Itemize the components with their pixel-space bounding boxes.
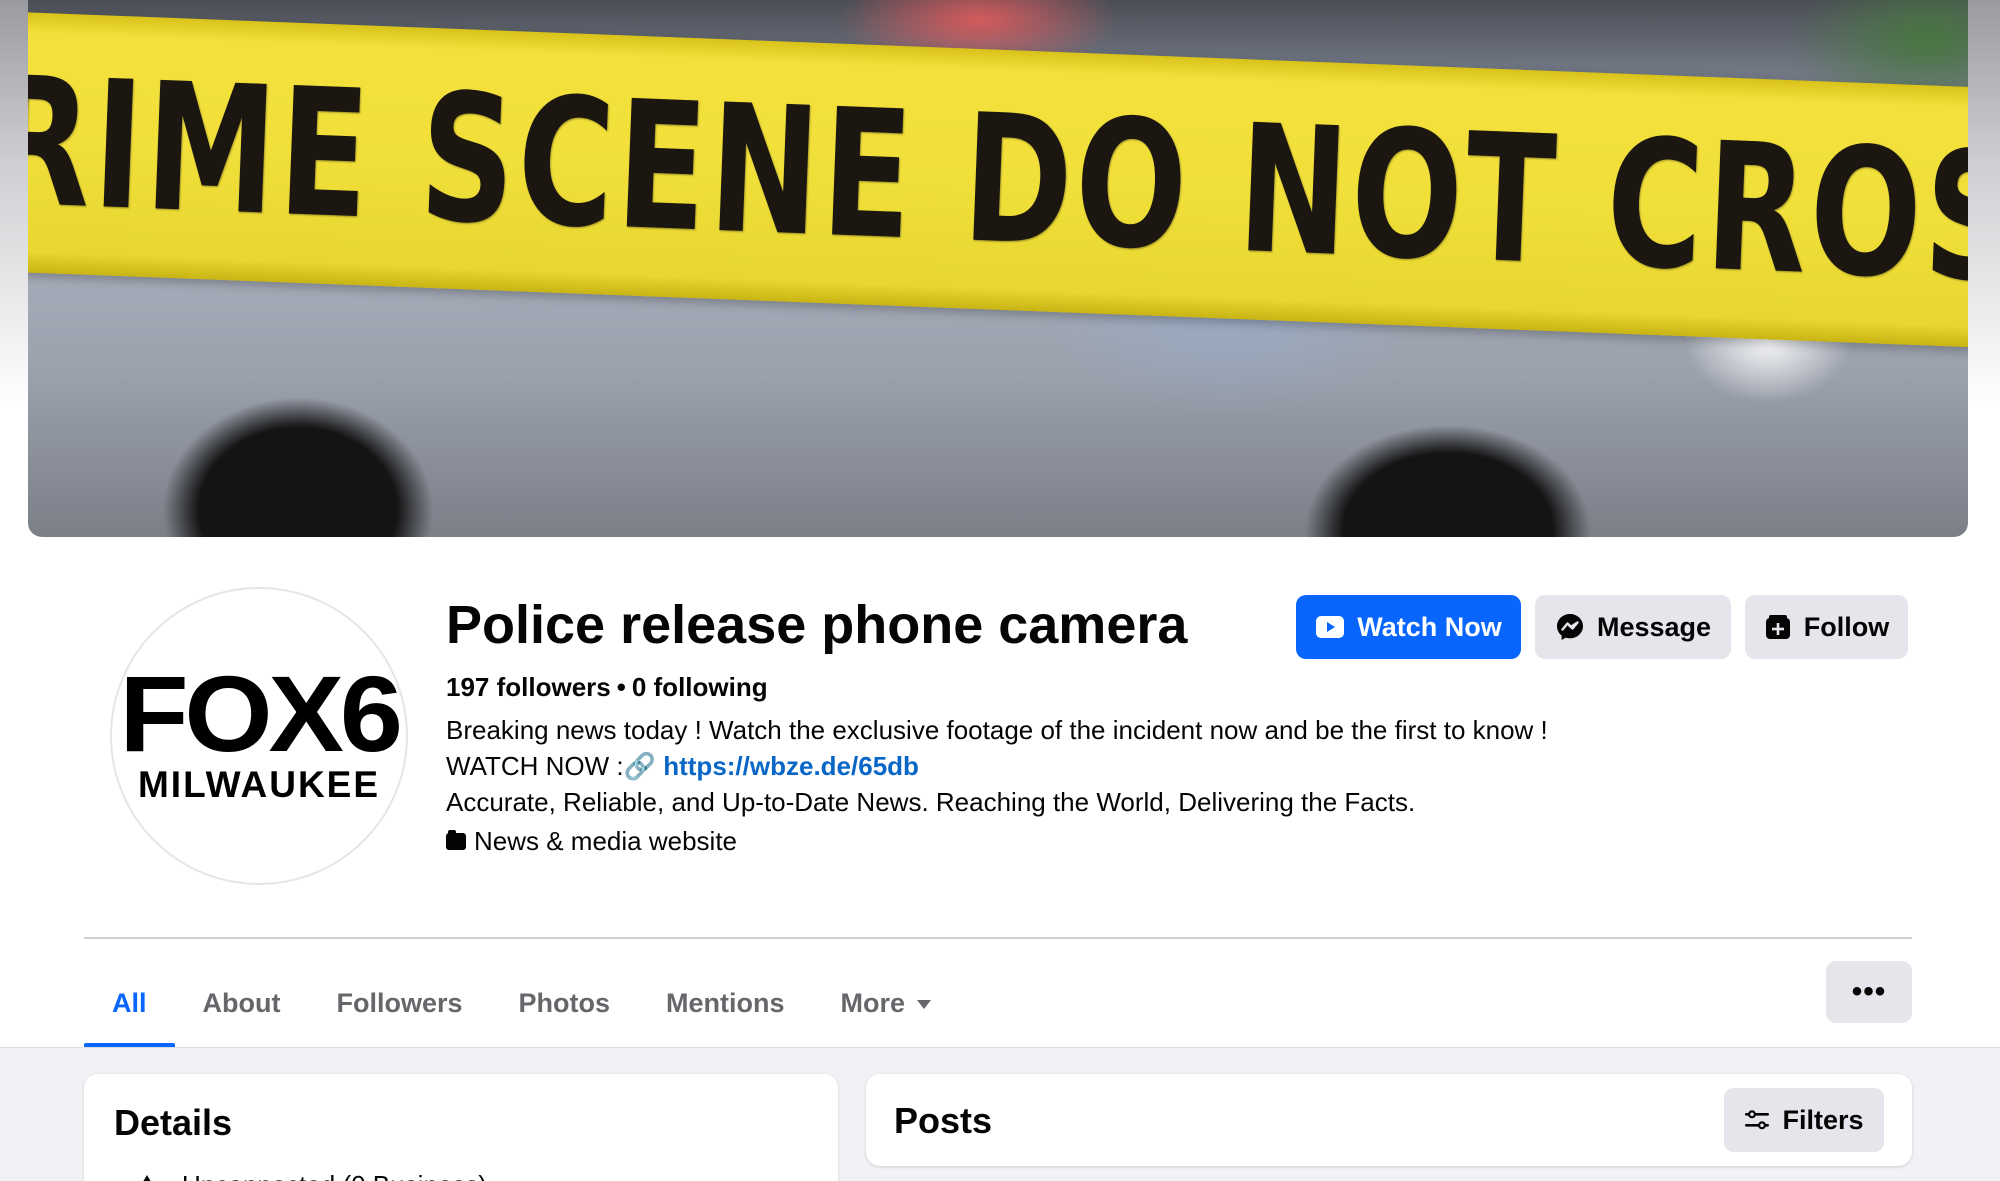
tab-all[interactable]: All [84,960,175,1048]
watch-now-label: Watch Now [1357,611,1502,642]
details-row-text: Unconnected (0 Business) [182,1170,487,1181]
tab-photos[interactable]: Photos [491,960,639,1046]
cover-photo[interactable]: CRIME SCENE DO NOT CROSS [28,0,1968,537]
more-options-button[interactable]: ••• [1826,961,1912,1023]
category-label: News & media website [474,826,737,856]
message-button[interactable]: Message [1535,595,1731,659]
follow-add-icon [1765,615,1790,639]
profile-tabs: All About Followers Photos Mentions More [84,960,960,1048]
tape-text: CRIME SCENE DO NOT CROSS [28,34,1968,326]
tab-followers-label: Followers [336,987,463,1018]
filters-sliders-icon [1745,1110,1770,1130]
profile-avatar[interactable]: FOX6 MILWAUKEE [110,587,408,885]
page-bio: Breaking news today ! Watch the exclusiv… [446,712,1548,820]
posts-card: Posts Filters [866,1074,1912,1166]
warning-icon [134,1174,160,1181]
logo-main-text: FOX6 [119,653,403,774]
watch-now-button[interactable]: Watch Now [1296,595,1521,659]
filters-button[interactable]: Filters [1724,1088,1884,1152]
tabs-divider [84,937,1912,939]
stats-separator: • [616,672,626,702]
follow-label: Follow [1803,611,1890,642]
bio-watch-prefix: WATCH NOW :🔗 [446,751,664,781]
tab-mentions-label: Mentions [666,987,785,1018]
tab-photos-label: Photos [518,987,611,1018]
video-play-icon [1316,616,1345,638]
following-count[interactable]: 0 following [632,672,768,702]
bio-line-2: WATCH NOW :🔗 https://wbze.de/65db [446,748,1548,784]
bio-link[interactable]: https://wbze.de/65db [663,751,919,781]
tab-mentions[interactable]: Mentions [638,960,813,1046]
follow-button[interactable]: Follow [1745,595,1908,659]
posts-title: Posts [894,1100,993,1141]
more-options-icon: ••• [1851,975,1887,1008]
details-card: Details Unconnected (0 Business) [84,1074,838,1181]
followers-count[interactable]: 197 followers [446,672,611,702]
crime-scene-tape: CRIME SCENE DO NOT CROSS [28,12,1968,348]
briefcase-icon [446,830,466,850]
bio-line-3: Accurate, Reliable, and Up-to-Date News.… [446,787,1416,817]
filters-label: Filters [1782,1104,1864,1135]
details-row: Unconnected (0 Business) [134,1170,487,1181]
bio-line-1: Breaking news today ! Watch the exclusiv… [446,715,1548,745]
details-title: Details [114,1102,233,1143]
follow-stats: 197 followers • 0 following [446,672,768,703]
page-title: Police release phone camera [446,595,1188,655]
messenger-icon [1556,614,1583,640]
cover-background: CRIME SCENE DO NOT CROSS [0,0,2000,545]
message-label: Message [1596,611,1712,642]
page-category: News & media website [446,826,737,857]
caret-down-icon [917,999,932,1009]
tab-more[interactable]: More [813,960,960,1046]
tab-about-label: About [202,987,281,1018]
tab-all-label: All [112,987,147,1018]
tab-more-label: More [840,987,906,1018]
tab-followers[interactable]: Followers [308,960,490,1046]
tab-about[interactable]: About [175,960,309,1046]
